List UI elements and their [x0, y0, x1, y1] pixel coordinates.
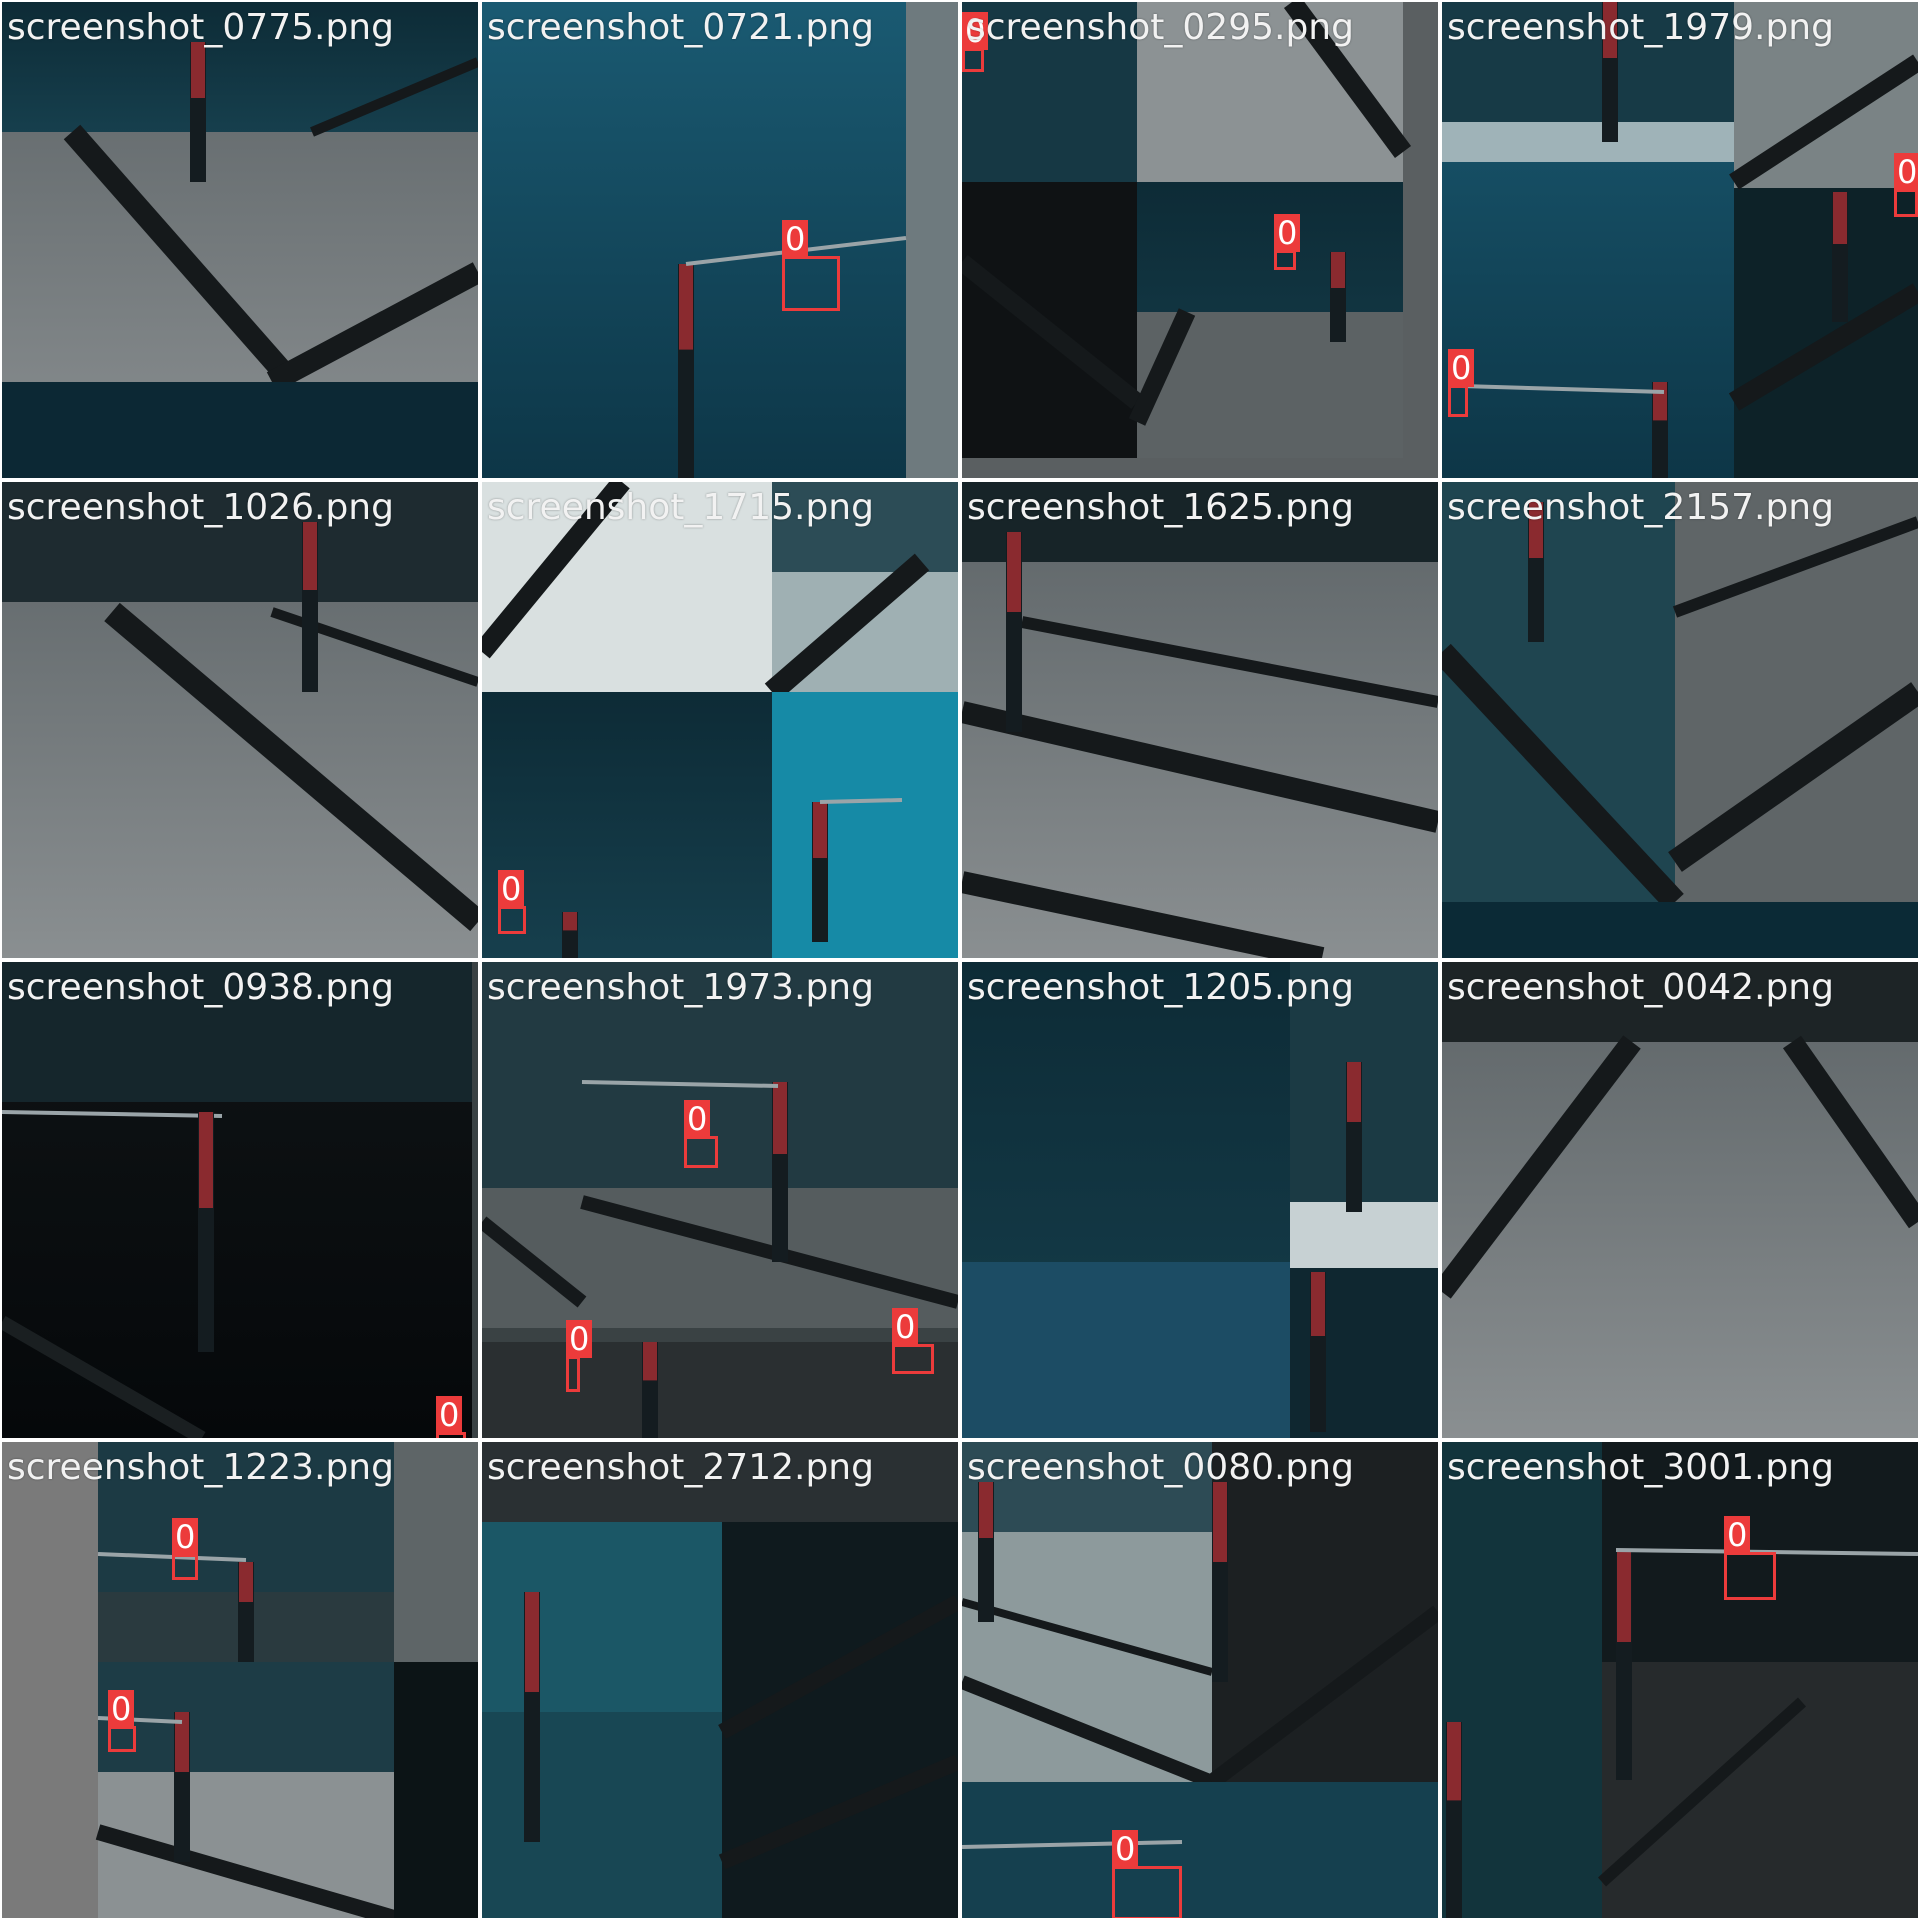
image-tile: 0 screenshot_1715.png [482, 482, 958, 958]
underwater-pool-scene [2, 1442, 478, 1918]
image-tile: 0 0 screenshot_0295.png [962, 2, 1438, 478]
underwater-pool-scene [482, 1442, 958, 1918]
underwater-pool-scene [1442, 482, 1918, 958]
detection-box [1274, 250, 1296, 270]
tile-filename: screenshot_1625.png [967, 487, 1354, 528]
tile-filename: screenshot_0721.png [487, 7, 874, 48]
detection-class-label: 0 [1274, 214, 1301, 252]
underwater-pool-scene [962, 482, 1438, 958]
underwater-pool-scene [1442, 962, 1918, 1438]
image-tile: screenshot_1026.png [2, 482, 478, 958]
underwater-pool-scene [2, 962, 478, 1438]
underwater-pool-scene [962, 2, 1438, 478]
detection-class-label: 0 [684, 1100, 711, 1138]
tile-filename: screenshot_1026.png [7, 487, 394, 528]
tile-filename: screenshot_0938.png [7, 967, 394, 1008]
tile-filename: screenshot_0042.png [1447, 967, 1834, 1008]
detection-box [172, 1554, 198, 1580]
detection-box [566, 1356, 580, 1392]
tile-filename: screenshot_1223.png [7, 1447, 394, 1488]
underwater-pool-scene [482, 482, 958, 958]
underwater-pool-scene [482, 2, 958, 478]
tile-filename: screenshot_2157.png [1447, 487, 1834, 528]
underwater-pool-scene [1442, 2, 1918, 478]
detection-class-label: 0 [1112, 1830, 1139, 1868]
tile-filename: screenshot_0295.png [967, 7, 1354, 48]
detection-box [1448, 385, 1468, 417]
detection-box [892, 1344, 934, 1374]
detection-box [782, 256, 840, 311]
detection-class-label: 0 [892, 1308, 919, 1346]
image-tile: screenshot_0042.png [1442, 962, 1918, 1438]
underwater-pool-scene [962, 962, 1438, 1438]
image-tile: 0 screenshot_3001.png [1442, 1442, 1918, 1918]
detection-box [962, 48, 984, 72]
detection-class-label: 0 [1724, 1516, 1751, 1554]
image-tile: screenshot_1625.png [962, 482, 1438, 958]
detection-class-label: 0 [108, 1690, 135, 1728]
detection-class-label: 0 [172, 1518, 199, 1556]
image-tile: screenshot_2157.png [1442, 482, 1918, 958]
tile-filename: screenshot_1973.png [487, 967, 874, 1008]
image-tile: 0 0 screenshot_1979.png [1442, 2, 1918, 478]
image-grid: screenshot_0775.png 0 screenshot_0721.png 0… [0, 0, 1920, 1920]
detection-box [1894, 189, 1918, 217]
underwater-pool-scene [2, 2, 478, 478]
tile-filename: screenshot_3001.png [1447, 1447, 1834, 1488]
detection-class-label: 0 [1448, 349, 1475, 387]
detection-class-label: 0 [566, 1320, 593, 1358]
image-tile: 0 screenshot_0080.png [962, 1442, 1438, 1918]
tile-filename: screenshot_0775.png [7, 7, 394, 48]
underwater-pool-scene [1442, 1442, 1918, 1918]
image-tile: screenshot_2712.png [482, 1442, 958, 1918]
image-tile: screenshot_1205.png [962, 962, 1438, 1438]
tile-filename: screenshot_1979.png [1447, 7, 1834, 48]
image-tile: 0 0 screenshot_1223.png [2, 1442, 478, 1918]
underwater-pool-scene [482, 962, 958, 1438]
detection-class-label: 0 [436, 1396, 463, 1434]
detection-box [1112, 1866, 1182, 1918]
detection-class-label: 0 [782, 220, 809, 258]
underwater-pool-scene [962, 1442, 1438, 1918]
detection-class-label: 0 [1894, 153, 1918, 191]
tile-filename: screenshot_2712.png [487, 1447, 874, 1488]
detection-box [1724, 1552, 1776, 1600]
image-tile: 0 0 0 screenshot_1973.png [482, 962, 958, 1438]
detection-box [108, 1726, 136, 1752]
image-tile: 0 screenshot_0938.png [2, 962, 478, 1438]
image-tile: screenshot_0775.png [2, 2, 478, 478]
tile-filename: screenshot_1715.png [487, 487, 874, 528]
tile-filename: screenshot_0080.png [967, 1447, 1354, 1488]
underwater-pool-scene [2, 482, 478, 958]
detection-box [684, 1136, 718, 1168]
detection-box [498, 906, 526, 934]
detection-class-label: 0 [498, 870, 525, 908]
image-tile: 0 screenshot_0721.png [482, 2, 958, 478]
tile-filename: screenshot_1205.png [967, 967, 1354, 1008]
